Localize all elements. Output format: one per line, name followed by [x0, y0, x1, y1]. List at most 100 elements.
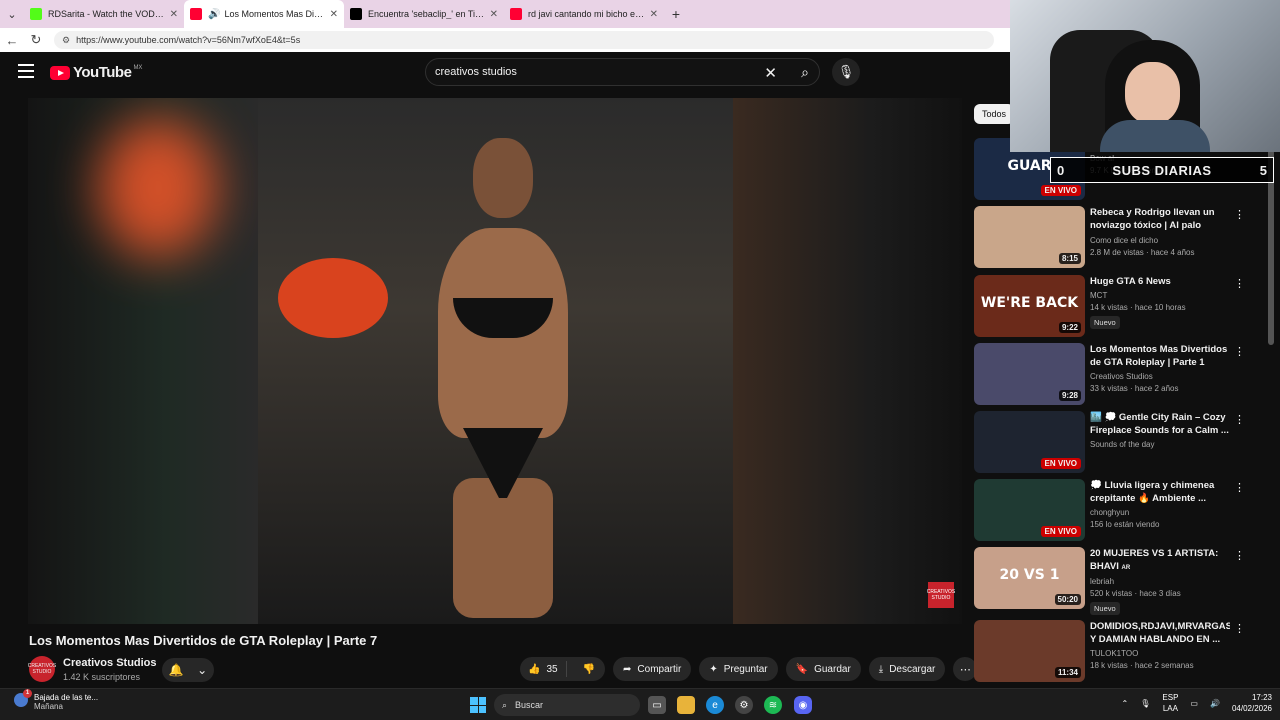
recommendation-channel-text: Como dice el dicho — [1090, 236, 1159, 245]
volume-icon[interactable]: 🔊 — [1210, 699, 1220, 708]
weather-subtitle: Mañana — [34, 702, 63, 711]
tab-tiktok[interactable]: Encuentra 'sebaclip_' en TikTok | B ✕ — [344, 0, 504, 28]
recommendation-channel[interactable]: TULOK1TOO — [1090, 649, 1230, 658]
chip-all[interactable]: Todos — [974, 104, 1015, 124]
close-tab-icon[interactable]: ✕ — [490, 9, 498, 20]
network-icon[interactable]: ▭ — [1190, 699, 1198, 708]
recommendation-title[interactable]: 💭 Lluvia ligera y chimenea crepitante 🔥 … — [1090, 479, 1230, 505]
recommendation-item[interactable]: EN VIVO 💭 Lluvia ligera y chimenea crepit… — [974, 479, 1264, 543]
close-tab-icon[interactable]: ✕ — [650, 9, 658, 20]
video-player[interactable]: CREATIVOS STUDIO — [28, 98, 962, 624]
clear-search-icon[interactable]: ✕ — [764, 64, 777, 82]
share-icon: ➦ — [623, 663, 632, 675]
taskbar-search[interactable]: ⌕ Buscar — [494, 694, 640, 716]
more-options-icon[interactable]: ⋮ — [1234, 413, 1245, 426]
recommendation-title[interactable]: DOMIDIOS,RDJAVI,MRVARGAS Y DAMIAN HABLAN… — [1090, 620, 1230, 646]
start-icon[interactable] — [470, 697, 486, 713]
dislike-button[interactable]: 👎 — [573, 664, 605, 675]
recommendation-item[interactable]: WE'RE BACK 9:22 Huge GTA 6 News MCT 14 k vis… — [974, 275, 1264, 339]
recommendation-channel[interactable]: chonghyun — [1090, 508, 1230, 517]
share-button[interactable]: ➦ Compartir — [613, 657, 692, 681]
tab-title: Los Momentos Mas Divertidos — [224, 9, 326, 19]
bookmark-icon: 🔖 — [795, 663, 809, 675]
video-thumbnail[interactable]: 20 VS 1 50:20 — [974, 547, 1085, 609]
notification-bell-button[interactable]: 🔔 ⌄ — [162, 658, 214, 682]
filter-chips: Todos — [974, 104, 1015, 124]
recommendation-channel[interactable]: MCT — [1090, 291, 1230, 300]
blur-fill-right — [732, 98, 962, 624]
duration-badge: 9:28 — [1058, 390, 1081, 401]
discord-icon[interactable]: ◉ — [794, 696, 812, 714]
video-thumbnail[interactable]: WE'RE BACK 9:22 — [974, 275, 1085, 337]
windows-taskbar: 1 Bajada de las te... Mañana ⌕ Buscar ▭ … — [0, 688, 1280, 720]
recommendation-title[interactable]: Rebeca y Rodrigo llevan un noviazgo tóxi… — [1090, 206, 1230, 233]
video-thumbnail[interactable]: EN VIVO — [974, 411, 1085, 473]
recommendation-channel[interactable]: Como dice el dicho — [1090, 236, 1230, 245]
recommendation-item[interactable]: 20 VS 1 50:20 20 MUJERES VS 1 ARTISTA: BHA… — [974, 547, 1264, 615]
video-thumbnail[interactable]: 9:28 — [974, 343, 1085, 405]
tab-list-menu-icon[interactable]: ⌄ — [0, 0, 24, 28]
video-thumbnail[interactable]: EN VIVO — [974, 479, 1085, 541]
more-options-icon[interactable]: ⋮ — [1234, 622, 1245, 635]
recommendation-title[interactable]: Huge GTA 6 News — [1090, 275, 1230, 288]
download-button[interactable]: ⤓ Descargar — [868, 657, 946, 681]
recommendation-title[interactable]: 🏙️ 💭 Gentle City Rain – Cozy Fireplace S… — [1090, 411, 1230, 437]
video-thumbnail[interactable]: 8:15 — [974, 206, 1085, 268]
more-options-icon[interactable]: ⋮ — [1234, 481, 1245, 494]
voice-search-icon[interactable]: 🎙 — [832, 58, 860, 86]
edge-icon[interactable]: e — [706, 696, 724, 714]
channel-name[interactable]: Creativos Studios — [63, 657, 157, 669]
file-explorer-icon[interactable] — [677, 696, 695, 714]
recommendation-channel[interactable]: Sounds of the day — [1090, 440, 1230, 449]
back-button[interactable]: ← — [0, 33, 24, 48]
recommendation-title-text: Rebeca y Rodrigo llevan un noviazgo tóxi… — [1090, 207, 1215, 231]
more-options-icon[interactable]: ⋮ — [1234, 208, 1245, 221]
recommendation-channel-text: lebriah — [1090, 577, 1115, 586]
recommendation-item[interactable]: 9:28 Los Momentos Mas Divertidos de GTA R… — [974, 343, 1264, 407]
more-options-icon[interactable]: ⋮ — [1234, 345, 1245, 358]
recommendation-item[interactable]: 11:34 DOMIDIOS,RDJAVI,MRVARGAS Y DAMIAN H… — [974, 620, 1264, 684]
more-options-icon[interactable]: ⋮ — [1234, 549, 1245, 562]
microphone-icon[interactable]: 🎙 — [1140, 699, 1150, 708]
more-options-icon[interactable]: ⋮ — [1234, 277, 1245, 290]
ask-button[interactable]: ✦ Preguntar — [699, 657, 778, 681]
like-button[interactable]: 👍 35 — [520, 661, 567, 677]
close-tab-icon[interactable]: ✕ — [330, 9, 338, 20]
site-info-icon[interactable]: ⚙ — [62, 35, 70, 46]
recommendation-meta: 14 k vistas · hace 10 horas — [1090, 303, 1186, 312]
recommendation-channel[interactable]: lebriah — [1090, 577, 1230, 586]
thumbs-up-icon: 👍 — [528, 663, 541, 675]
menu-icon[interactable] — [18, 64, 34, 78]
youtube-play-icon — [50, 65, 70, 80]
clock[interactable]: 17:23 04/02/2026 — [1232, 692, 1272, 714]
new-tab-button[interactable]: + — [664, 6, 688, 22]
tab-youtube-active[interactable]: 🔊 Los Momentos Mas Divertidos ✕ — [184, 0, 344, 28]
search-icon[interactable]: ⌕ — [801, 64, 809, 81]
duration-badge: 11:34 — [1054, 667, 1081, 678]
tab-rdsarita[interactable]: RDSarita - Watch the VOD on Kick ✕ — [24, 0, 184, 28]
weather-widget[interactable]: 1 Bajada de las te... Mañana — [14, 689, 98, 711]
search-input[interactable]: creativos studios ✕ ⌕ — [425, 58, 820, 86]
channel-watermark[interactable]: CREATIVOS STUDIO — [927, 582, 955, 608]
recommendation-title[interactable]: 20 MUJERES VS 1 ARTISTA: BHAVI AR — [1090, 547, 1230, 574]
spotify-icon[interactable]: ≋ — [764, 696, 782, 714]
url-field[interactable]: ⚙ https://www.youtube.com/watch?v=56Nm7w… — [54, 31, 994, 49]
system-tray: ⌃ 🎙 ESP LAA ▭ 🔊 17:23 04/02/2026 — [1122, 692, 1272, 714]
save-button[interactable]: 🔖 Guardar — [785, 657, 861, 681]
task-view-icon[interactable]: ▭ — [648, 696, 666, 714]
recommendation-channel[interactable]: Creativos Studios — [1090, 372, 1230, 381]
youtube-logo[interactable]: YouTube MX — [50, 64, 142, 81]
speaker-icon[interactable]: 🔊 — [208, 9, 220, 20]
recommendation-item[interactable]: EN VIVO 🏙️ 💭 Gentle City Rain – Cozy Fire… — [974, 411, 1264, 475]
recommendation-title[interactable]: Los Momentos Mas Divertidos de GTA Rolep… — [1090, 343, 1230, 369]
search-value: creativos studios — [435, 66, 517, 78]
tab-rdjavi[interactable]: rd javi cantando mi bicho es tuyo ✕ — [504, 0, 664, 28]
channel-avatar[interactable]: CREATIVOS STUDIO — [28, 656, 56, 682]
app-icon[interactable]: ⚙ — [735, 696, 753, 714]
close-tab-icon[interactable]: ✕ — [170, 9, 178, 20]
reload-button[interactable]: ↻ — [24, 32, 48, 48]
recommendation-item[interactable]: 8:15 Rebeca y Rodrigo llevan un noviazgo … — [974, 206, 1264, 270]
chevron-up-icon[interactable]: ⌃ — [1122, 699, 1129, 708]
language-indicator[interactable]: ESP LAA — [1162, 692, 1178, 714]
video-thumbnail[interactable]: 11:34 — [974, 620, 1085, 682]
